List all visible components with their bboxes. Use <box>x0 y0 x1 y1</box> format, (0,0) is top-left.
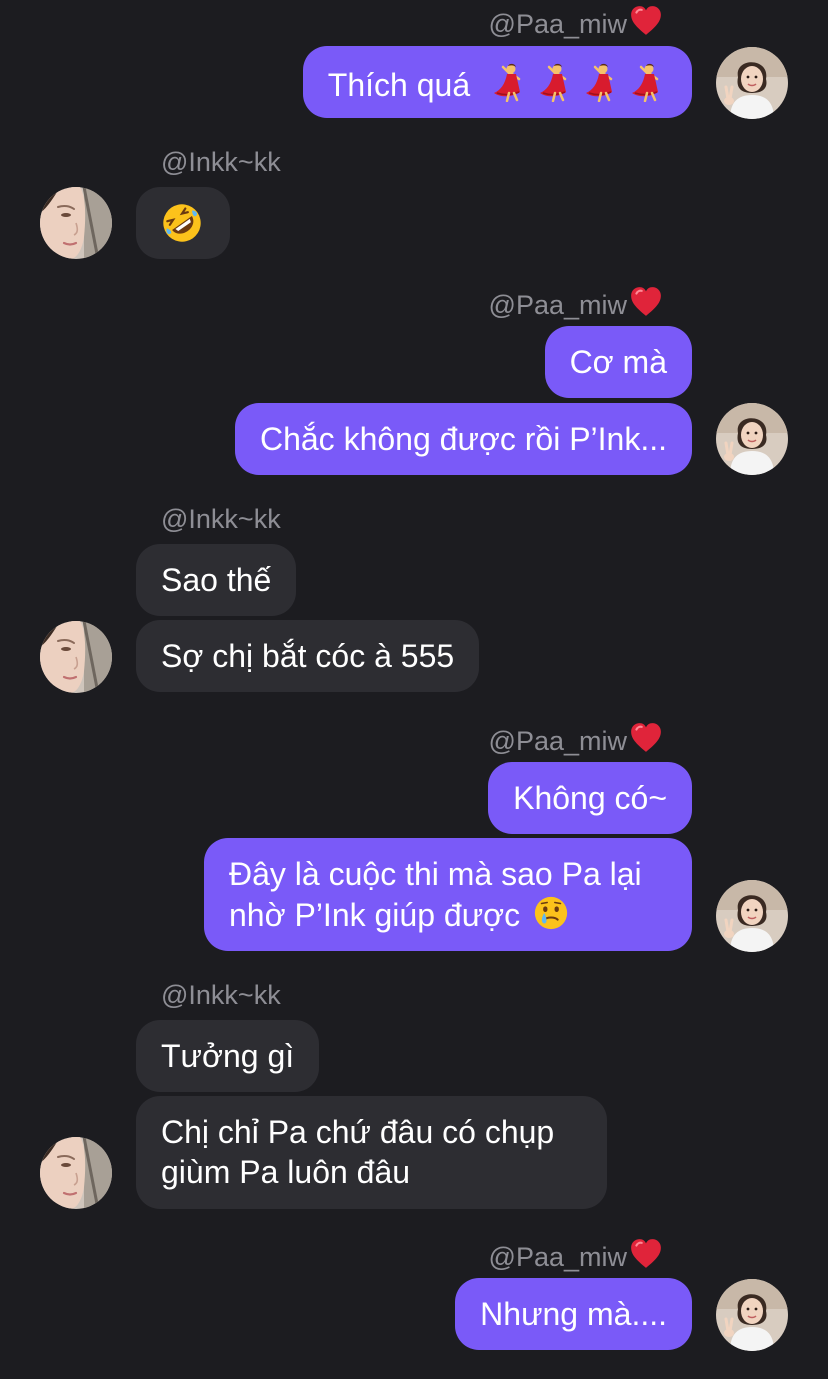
message-bubble-sent[interactable]: Chắc không được rồi P’Ink... <box>234 403 692 475</box>
avatar-me[interactable] <box>716 1279 788 1351</box>
sender-name-other: @Inkk~kk <box>161 503 281 535</box>
avatar-other[interactable] <box>40 187 112 259</box>
message-text-line: giùm Pa luôn đâu <box>161 1154 411 1190</box>
dancer-icon <box>489 62 529 111</box>
message-bubble-received[interactable]: Sao thế <box>136 544 297 616</box>
sender-handle: @Paa_miw <box>488 726 627 756</box>
sender-handle: @Paa_miw <box>488 290 627 320</box>
message-text-line: Đây là cuộc thi mà sao Pa lại <box>229 856 642 892</box>
message-bubble-sent[interactable]: Đây là cuộc thi mà sao Pa lại nhờ P’Ink … <box>204 838 692 951</box>
sender-handle: @Paa_miw <box>488 9 627 39</box>
avatar-me[interactable] <box>716 880 788 952</box>
message-bubble-sent[interactable]: Cơ mà <box>544 326 692 398</box>
sender-handle: @Inkk~kk <box>161 980 281 1010</box>
message-text: Không có~ <box>513 780 667 816</box>
message-text-line: nhờ P’Ink giúp được <box>229 894 667 941</box>
sender-name-me: @Paa_miw <box>489 1237 663 1278</box>
message-bubble-received[interactable]: Sợ chị bắt cóc à 555 <box>136 620 480 692</box>
sender-name-me: @Paa_miw <box>489 285 663 326</box>
message-text-line-content: nhờ P’Ink giúp được <box>229 897 521 933</box>
avatar-other[interactable] <box>40 1137 112 1209</box>
rolling-laughing-icon <box>160 203 204 245</box>
red-heart-icon <box>629 721 663 762</box>
crying-smile-icon <box>532 894 570 941</box>
message-text: Nhưng mà.... <box>480 1296 667 1332</box>
message-bubble-sent[interactable]: Không có~ <box>488 762 692 834</box>
sender-handle: @Paa_miw <box>488 1242 627 1272</box>
avatar-me[interactable] <box>716 47 788 119</box>
red-heart-icon <box>629 4 663 45</box>
dancer-icon <box>627 62 667 111</box>
sender-handle: @Inkk~kk <box>161 147 281 177</box>
message-text: Sợ chị bắt cóc à 555 <box>161 638 455 674</box>
message-bubble-received[interactable]: Tưởng gì <box>136 1020 320 1092</box>
message-text: Chắc không được rồi P’Ink... <box>259 421 667 457</box>
red-heart-icon <box>629 1237 663 1278</box>
message-text-line: Chị chỉ Pa chứ đâu có chụp <box>161 1114 555 1150</box>
sender-name-me: @Paa_miw <box>489 721 663 762</box>
message-bubble-received[interactable]: Chị chỉ Pa chứ đâu có chụp giùm Pa luôn … <box>136 1096 607 1209</box>
avatar-other[interactable] <box>40 621 112 693</box>
sender-handle: @Inkk~kk <box>161 504 281 534</box>
message-text: Sao thế <box>161 562 272 598</box>
sender-name-me: @Paa_miw <box>489 4 663 45</box>
message-bubble-sent[interactable]: Thích quá <box>302 46 692 118</box>
message-text: Thích quá <box>327 67 471 103</box>
red-heart-icon <box>629 285 663 326</box>
message-text: Cơ mà <box>569 344 667 380</box>
avatar-me[interactable] <box>716 403 788 475</box>
message-text: Tưởng gì <box>161 1038 295 1074</box>
message-bubble-received[interactable] <box>136 187 230 259</box>
dancer-icon <box>535 62 575 111</box>
sender-name-other: @Inkk~kk <box>161 979 281 1011</box>
dancer-icon <box>581 62 621 111</box>
message-bubble-sent[interactable]: Nhưng mà.... <box>455 1278 692 1350</box>
sender-name-other: @Inkk~kk <box>161 146 281 178</box>
